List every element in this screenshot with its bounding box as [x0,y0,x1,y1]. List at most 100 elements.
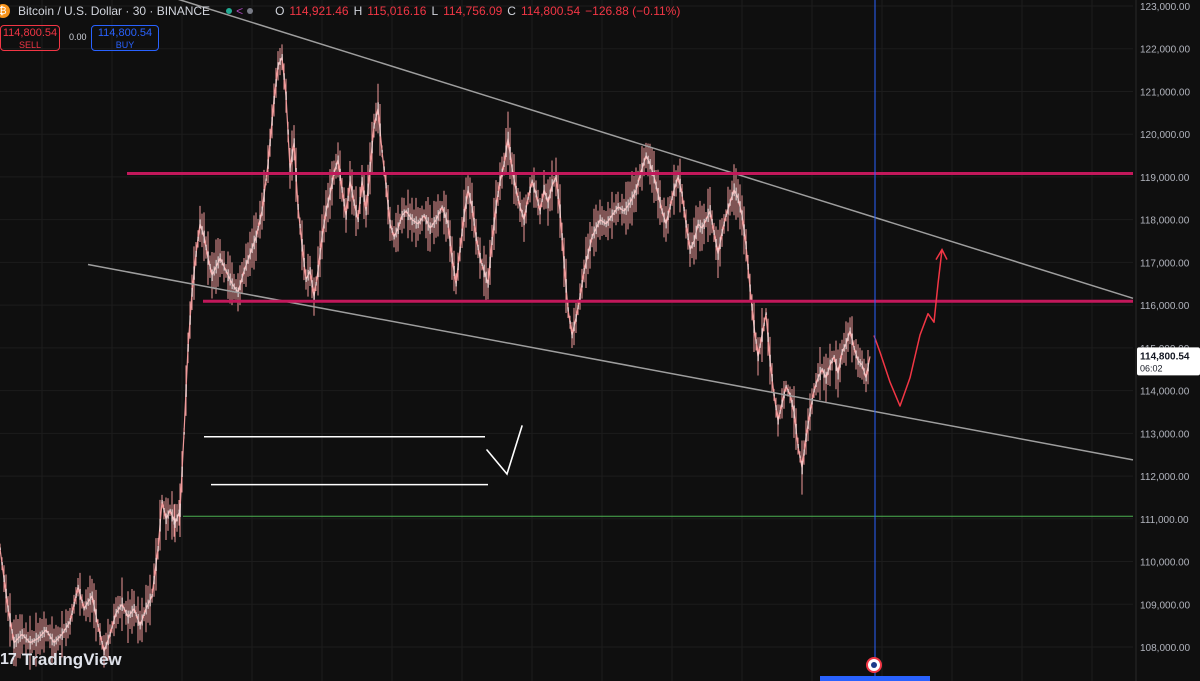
buy-label: BUY [115,40,135,50]
chart-window[interactable]: 123,000.00 122,000.00 121,000.00 120,000.00… [0,0,1200,681]
candle-body [147,599,149,609]
candle-body [267,159,269,169]
candle-body [375,113,377,121]
candle-body [291,149,293,162]
candle-body [829,359,831,371]
candle-body [303,257,305,267]
candle-body [169,508,171,512]
candle-body [817,374,819,382]
candle-body [755,339,757,344]
candle-body [325,205,327,217]
candle-body [525,205,527,213]
candle-body [183,432,185,435]
candle-body [73,601,75,607]
price-axis[interactable]: 123,000.00 122,000.00 121,000.00 120,000.00… [1135,0,1190,681]
bitcoin-icon: ₿ [0,4,10,18]
candle-body [735,187,737,201]
candle-body [527,196,529,200]
candle-body [305,276,307,283]
candle-body [273,95,275,105]
candle-body [181,466,183,477]
candle-body [395,227,397,238]
buy-button[interactable]: 114,800.54 BUY [91,25,159,51]
candle-body [549,189,551,199]
candle-body [217,256,219,269]
candle-body [469,193,471,204]
price-tick-label: 112,000.00 [1140,472,1190,483]
candle-body [229,273,231,286]
candle-body [119,604,121,610]
candle-body [379,123,381,137]
price-line [0,55,871,654]
price-tick-label: 123,000.00 [1140,2,1190,13]
candle-body [571,331,573,339]
candle-body [577,305,579,310]
candle-body [345,211,347,220]
candle-body [107,634,109,646]
candle-body [327,197,329,208]
candle-body [373,122,375,129]
candle-body [185,384,187,397]
spread-value: 0.00 [69,32,87,42]
candle-body [697,219,699,229]
candle-body [441,205,443,209]
candle-body [801,460,803,475]
candle-body [615,205,617,214]
candle-body [163,507,165,513]
candle-body [89,593,91,605]
candle-body [125,609,127,616]
candle-body [95,609,97,623]
candle-body [335,163,337,170]
candle-body [65,623,67,633]
candle-body [515,185,517,194]
candle-body [171,509,173,522]
candle-body [849,327,851,335]
candle-body [689,245,691,254]
candle-body [745,241,747,250]
candle-body [715,238,717,248]
candle-body [781,399,783,408]
candle-body [573,321,575,332]
candle-body [453,265,455,277]
candle-body [631,191,633,206]
candle-body [199,219,201,229]
candle-body [681,191,683,197]
candle-body [561,233,563,241]
candle-body [247,255,249,264]
candle-body [655,181,657,190]
candle-body [633,189,635,199]
symbol-title[interactable]: Bitcoin / U.S. Dollar · 30 · BINANCE [18,4,210,18]
candle-body [341,186,343,193]
candle-body [797,444,799,449]
candle-body [113,615,115,624]
candle-body [779,410,781,414]
candle-body [473,217,475,226]
symbol-header: ₿ Bitcoin / U.S. Dollar · 30 · BINANCE <… [0,0,680,22]
candle-body [109,631,111,637]
candle-body [3,575,5,582]
price-tick-label: 111,000.00 [1140,515,1189,526]
candle-body [439,208,441,214]
candle-body [695,225,697,240]
candle-body [481,263,483,267]
candle-body [635,184,637,196]
candle-body [137,614,139,626]
candle-body [174,518,176,528]
candle-body [821,367,823,371]
candle-body [309,267,311,275]
candle-body [455,281,457,287]
candle-body [819,366,821,381]
candle-body [255,230,257,243]
candle-body [433,217,435,228]
sell-button[interactable]: 114,800.54 SELL [0,25,60,51]
candle-body [603,219,605,226]
candle-body [733,183,735,197]
candle-body [623,208,625,215]
candle-body [529,186,531,193]
candle-body [225,269,227,273]
price-chart[interactable]: 123,000.00 122,000.00 121,000.00 120,000.00… [0,0,1200,681]
countdown-label: 06:02 [1140,363,1163,373]
candle-body [837,367,839,380]
candle-body [257,225,259,231]
drawings [87,0,1134,681]
